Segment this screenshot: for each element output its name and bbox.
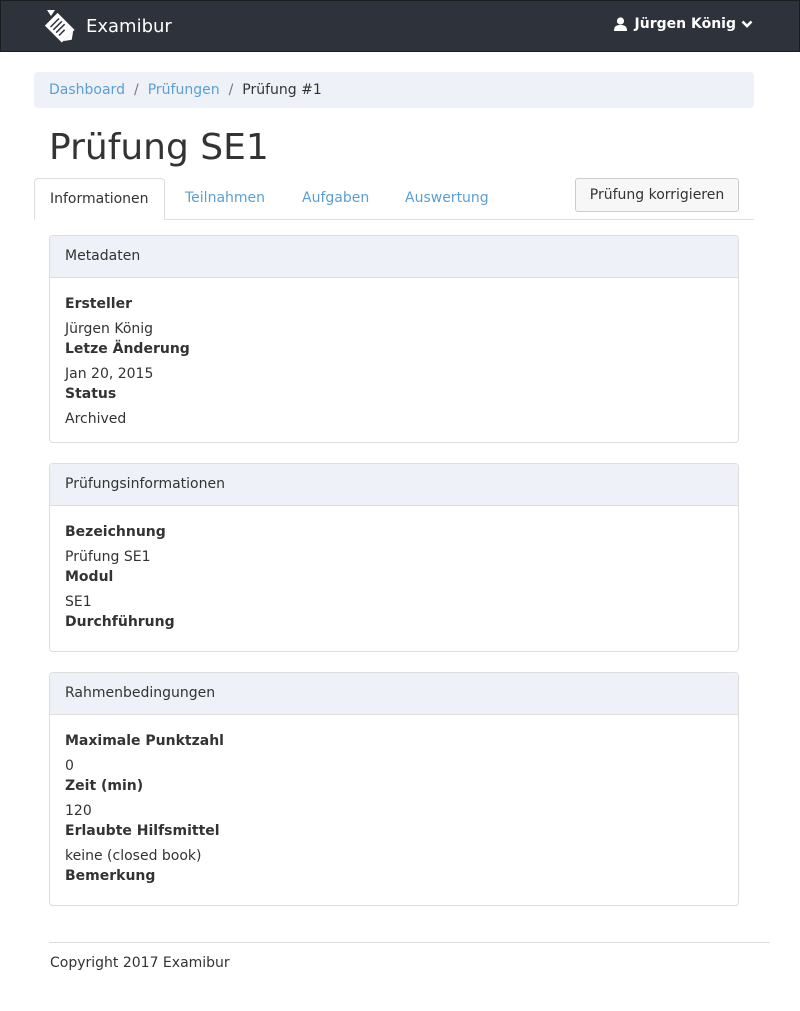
conditions-panel: Rahmenbedingungen Maximale Punktzahl 0 Z… xyxy=(49,672,739,906)
field-value-status: Archived xyxy=(65,411,127,427)
tab-aufgaben[interactable]: Aufgaben xyxy=(287,178,384,219)
user-icon xyxy=(613,17,627,31)
metadata-panel: Metadaten Ersteller Jürgen König Letze Ä… xyxy=(49,235,739,443)
field-label-modul: Modul xyxy=(65,569,114,585)
breadcrumb-separator: / xyxy=(133,82,139,98)
tab-informationen[interactable]: Informationen xyxy=(34,178,165,220)
field-label-bezeichnung: Bezeichnung xyxy=(65,524,166,540)
navbar: Examibur Jürgen König xyxy=(0,0,800,52)
field-value-bezeichnung: Prüfung SE1 xyxy=(65,549,151,565)
panel-body: Bezeichnung Prüfung SE1 Modul SE1 Durchf… xyxy=(50,506,738,632)
exam-info-panel: Prüfungsinformationen Bezeichnung Prüfun… xyxy=(49,463,739,652)
panel-body: Maximale Punktzahl 0 Zeit (min) 120 Erla… xyxy=(50,715,738,886)
breadcrumb-separator: / xyxy=(228,82,234,98)
tab-teilnahmen[interactable]: Teilnahmen xyxy=(170,178,280,219)
panel-heading: Metadaten xyxy=(50,236,738,278)
user-menu[interactable]: Jürgen König xyxy=(613,16,753,32)
tab-auswertung[interactable]: Auswertung xyxy=(390,178,504,219)
field-label-bemerkung: Bemerkung xyxy=(65,868,156,884)
breadcrumb: Dashboard / Prüfungen / Prüfung #1 xyxy=(34,72,754,108)
breadcrumb-exams-link[interactable]: Prüfungen xyxy=(148,82,220,98)
field-label-letzte-aenderung: Letze Änderung xyxy=(65,341,190,357)
footer-divider xyxy=(49,942,770,943)
field-label-hilfsmittel: Erlaubte Hilfsmittel xyxy=(65,823,220,839)
footer-copyright: Copyright 2017 Examibur xyxy=(50,955,230,971)
page-title: Prüfung SE1 xyxy=(49,127,269,168)
field-value-max-punktzahl: 0 xyxy=(65,758,74,774)
field-label-ersteller: Ersteller xyxy=(65,296,132,312)
field-label-status: Status xyxy=(65,386,117,402)
panel-body: Ersteller Jürgen König Letze Änderung Ja… xyxy=(50,278,738,429)
panel-heading: Prüfungsinformationen xyxy=(50,464,738,506)
field-value-hilfsmittel: keine (closed book) xyxy=(65,848,202,864)
field-value-zeit: 120 xyxy=(65,803,92,819)
breadcrumb-dashboard-link[interactable]: Dashboard xyxy=(49,82,125,98)
user-name: Jürgen König xyxy=(634,16,736,32)
brand[interactable]: Examibur xyxy=(41,7,172,47)
breadcrumb-current: Prüfung #1 xyxy=(242,82,322,98)
field-value-letzte-aenderung: Jan 20, 2015 xyxy=(65,366,154,382)
field-label-max-punktzahl: Maximale Punktzahl xyxy=(65,733,224,749)
field-label-durchfuehrung: Durchführung xyxy=(65,614,175,630)
correct-exam-button[interactable]: Prüfung korrigieren xyxy=(575,178,739,212)
panel-heading: Rahmenbedingungen xyxy=(50,673,738,715)
field-value-ersteller: Jürgen König xyxy=(65,321,154,337)
field-value-modul: SE1 xyxy=(65,594,92,610)
chevron-down-icon xyxy=(741,20,753,28)
examibur-logo-icon xyxy=(44,10,75,43)
field-label-zeit: Zeit (min) xyxy=(65,778,144,794)
brand-name: Examibur xyxy=(86,16,172,37)
